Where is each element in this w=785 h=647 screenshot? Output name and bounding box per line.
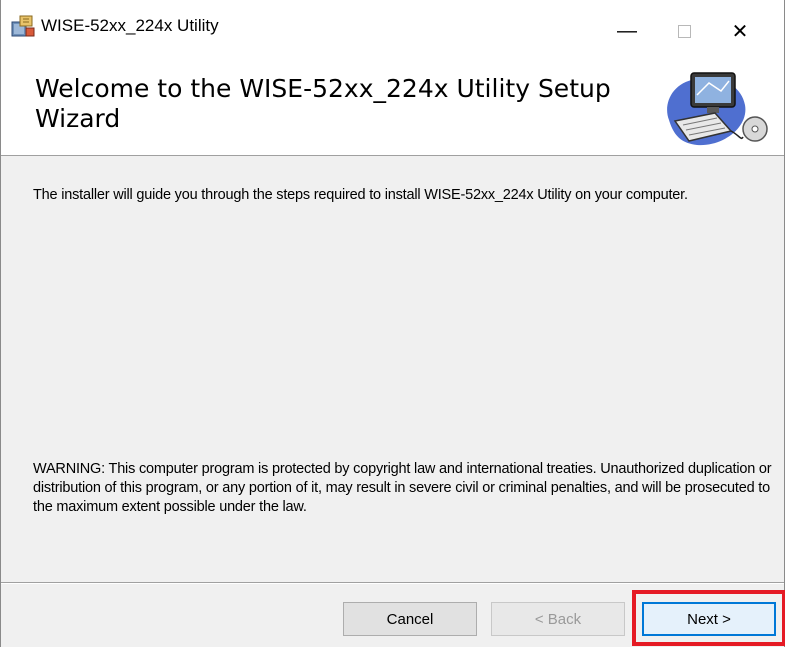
minimize-button[interactable]: —	[604, 0, 650, 62]
back-button[interactable]: < Back	[491, 602, 625, 636]
maximize-icon	[677, 24, 691, 38]
intro-text: The installer will guide you through the…	[33, 187, 688, 203]
title-bar[interactable]: WISE-52xx_224x Utility — ✕	[1, 0, 784, 62]
page-title: Welcome to the WISE-52xx_224x Utility Se…	[35, 74, 611, 133]
close-button[interactable]: ✕	[717, 0, 763, 62]
minimize-icon: —	[617, 19, 637, 42]
close-icon: ✕	[731, 20, 749, 43]
maximize-button[interactable]	[661, 0, 707, 62]
footer-divider-highlight	[1, 583, 784, 584]
cancel-button[interactable]: Cancel	[343, 602, 477, 636]
setup-wizard-window: WISE-52xx_224x Utility — ✕ Welcome to th…	[0, 0, 785, 647]
next-button[interactable]: Next >	[642, 602, 776, 636]
window-title: WISE-52xx_224x Utility	[41, 16, 219, 35]
computer-setup-icon	[661, 65, 771, 155]
copyright-warning-text: WARNING: This computer program is protec…	[33, 461, 772, 515]
installer-package-icon	[10, 14, 36, 38]
wizard-header-banner: Welcome to the WISE-52xx_224x Utility Se…	[1, 62, 784, 156]
